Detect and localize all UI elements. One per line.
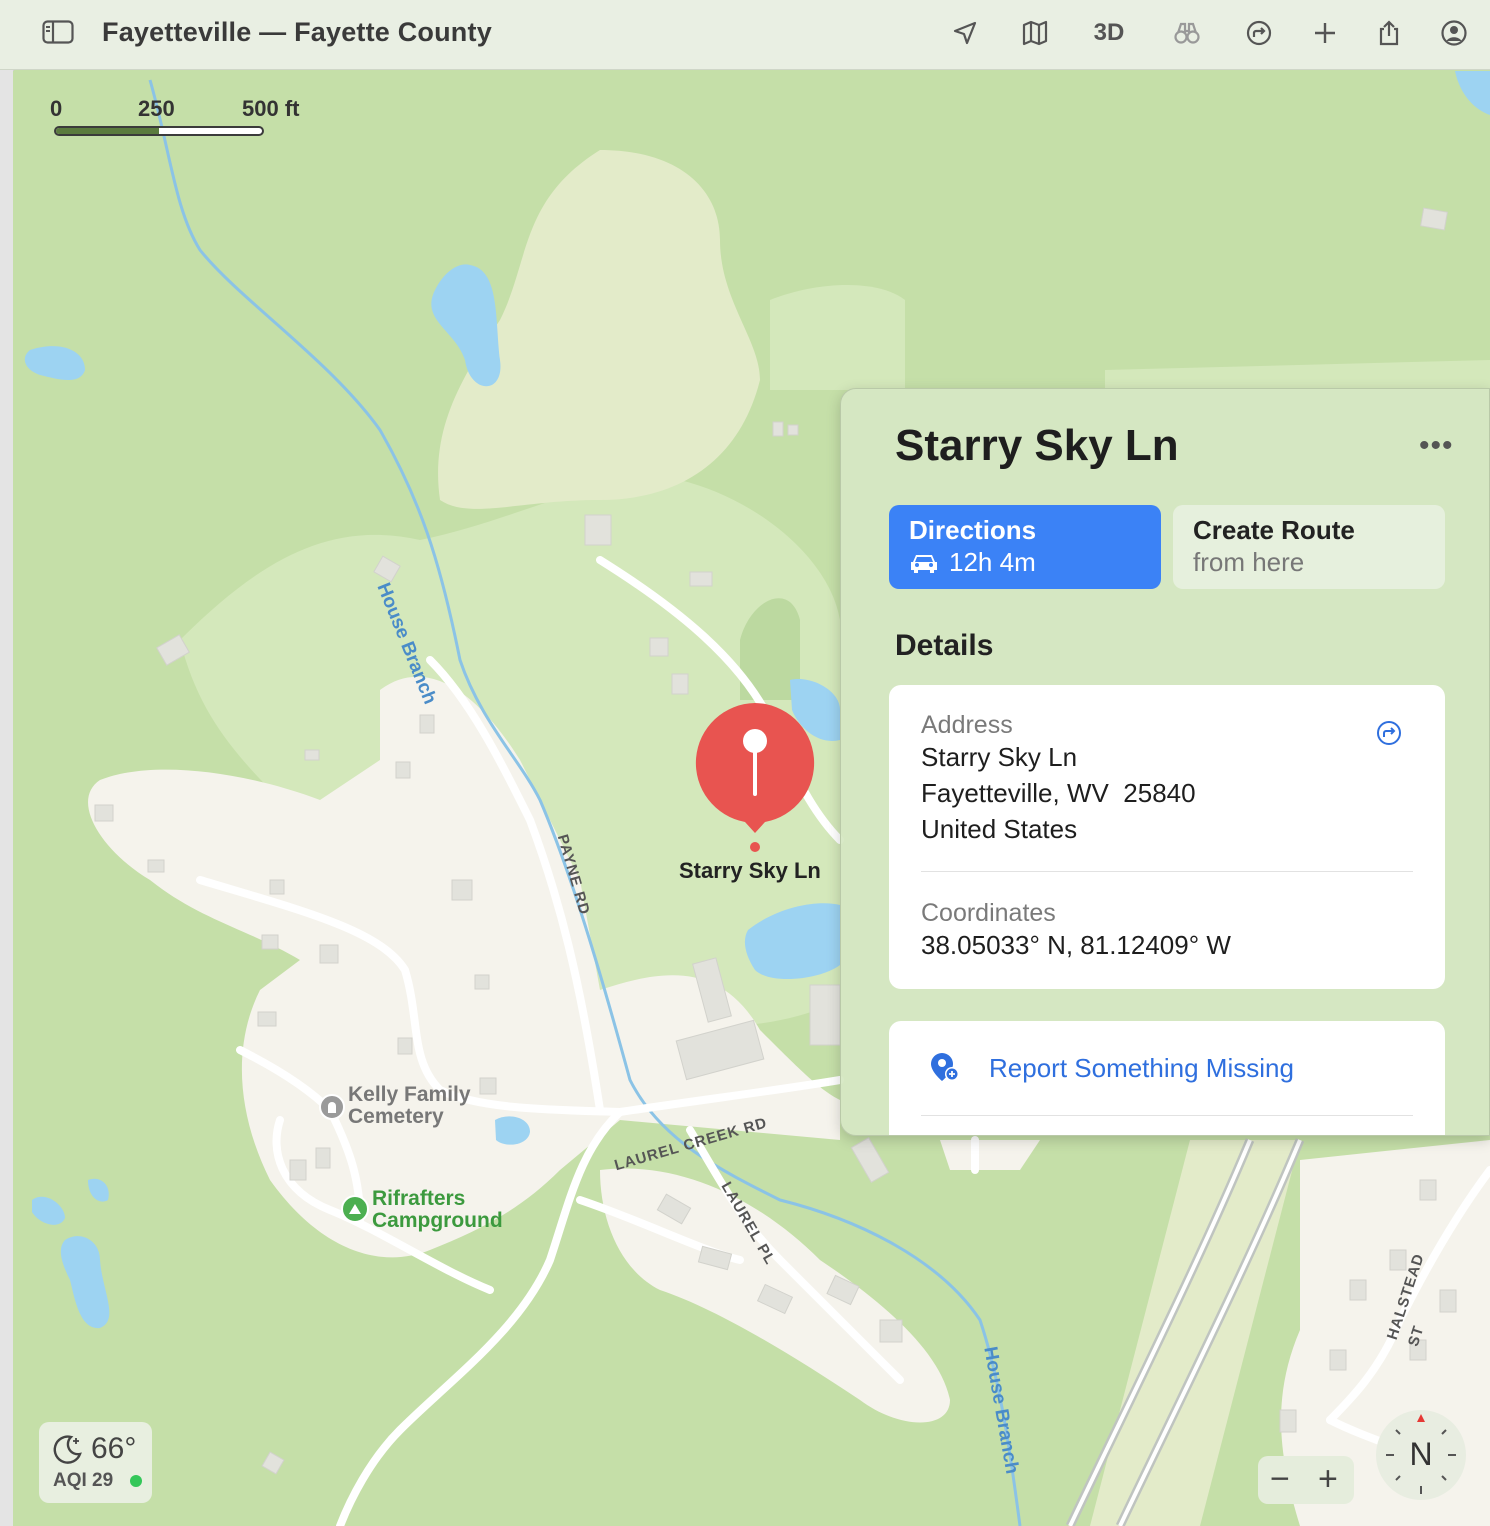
campground-label-line1: Rifrafters <box>372 1187 466 1210</box>
building <box>879 1319 903 1343</box>
report-missing-link[interactable]: Report Something Missing <box>989 1053 1294 1084</box>
building <box>289 1159 307 1181</box>
coordinates-label: Coordinates <box>921 899 1056 927</box>
building <box>261 934 279 950</box>
directions-label: Directions <box>909 515 1037 545</box>
window-left-edge <box>0 0 14 1526</box>
temperature: 66° <box>91 1432 137 1465</box>
aqi-label: AQI 29 <box>53 1470 114 1491</box>
building <box>1329 1349 1347 1371</box>
building <box>1420 207 1448 231</box>
cemetery-label-line2: Cemetery <box>348 1105 444 1128</box>
compass[interactable]: N <box>1376 1410 1466 1500</box>
scale-bar <box>54 126 264 136</box>
divider <box>921 1115 1413 1116</box>
address-label: Address <box>921 711 1013 739</box>
map-icon[interactable] <box>1018 16 1052 50</box>
binoculars-icon[interactable] <box>1170 16 1204 50</box>
details-card: Address Starry Sky Ln Fayetteville, WV 2… <box>889 685 1445 989</box>
address-share-icon[interactable] <box>1375 719 1403 747</box>
address-line1[interactable]: Starry Sky Ln <box>921 739 1077 775</box>
location-arrow-icon[interactable] <box>948 16 982 50</box>
building <box>94 804 114 822</box>
place-title: Starry Sky Ln <box>895 421 1179 470</box>
building <box>419 714 435 734</box>
building <box>304 749 320 761</box>
building <box>649 637 669 657</box>
account-icon[interactable] <box>1437 16 1471 50</box>
building <box>257 1011 277 1027</box>
divider <box>921 871 1413 872</box>
coordinates-value[interactable]: 38.05033° N, 81.12409° W <box>921 927 1231 963</box>
building <box>787 424 799 436</box>
building <box>395 761 411 779</box>
scale-label-250: 250 <box>138 96 175 121</box>
directions-icon[interactable] <box>1242 16 1276 50</box>
car-icon <box>911 554 937 573</box>
building <box>147 859 165 873</box>
sidebar-toggle-icon[interactable] <box>42 20 74 44</box>
place-panel: Starry Sky Ln ••• Directions 12h 4m Crea… <box>840 388 1490 1136</box>
building <box>319 944 339 964</box>
create-route-label: Create Route <box>1193 515 1355 545</box>
campground-icon[interactable] <box>341 1195 369 1223</box>
zoom-out-button[interactable]: − <box>1270 1460 1290 1499</box>
window-title: Fayetteville — Fayette County <box>102 17 492 47</box>
3d-toggle-button[interactable]: 3D <box>1092 16 1126 50</box>
zoom-controls: − + <box>1258 1456 1354 1504</box>
building <box>1439 1289 1457 1313</box>
building <box>772 421 784 437</box>
address-line3[interactable]: United States <box>921 811 1077 847</box>
building <box>269 879 285 895</box>
directions-eta: 12h 4m <box>949 547 1036 577</box>
cemetery-label-line1: Kelly Family <box>348 1083 471 1106</box>
plus-icon[interactable] <box>1308 16 1342 50</box>
scale-label-0: 0 <box>50 96 63 121</box>
directions-button[interactable]: Directions 12h 4m <box>889 505 1161 589</box>
cemetery-label[interactable]: Kelly Family Cemetery <box>348 1084 471 1128</box>
details-heading: Details <box>895 629 994 662</box>
weather-widget[interactable]: 66° AQI 29 <box>39 1422 152 1503</box>
compass-north-label: N <box>1409 1436 1433 1472</box>
open-land-area-east <box>770 285 905 390</box>
aqi-status-dot <box>130 1475 142 1487</box>
zoom-in-button[interactable]: + <box>1318 1460 1338 1499</box>
building <box>689 571 713 587</box>
building <box>315 1147 331 1169</box>
building <box>479 1077 497 1095</box>
building <box>1419 1179 1437 1201</box>
create-route-sub: from here <box>1193 547 1305 577</box>
cemetery-icon[interactable] <box>319 1094 345 1120</box>
building <box>584 514 612 546</box>
more-options-button[interactable]: ••• <box>1419 429 1454 463</box>
address-line2[interactable]: Fayetteville, WV 25840 <box>921 775 1196 811</box>
report-pin-plus-icon <box>931 1053 959 1081</box>
building <box>809 984 841 1046</box>
map-pin[interactable] <box>695 703 815 853</box>
campground-label-line2: Campground <box>372 1209 503 1232</box>
building <box>474 974 490 990</box>
building <box>1279 1409 1297 1433</box>
create-route-button[interactable]: Create Route from here <box>1173 505 1445 589</box>
moon-icon <box>53 1435 82 1464</box>
share-icon[interactable] <box>1372 16 1406 50</box>
building <box>451 879 473 901</box>
pin-label: Starry Sky Ln <box>679 858 821 883</box>
scale-label-500: 500 ft <box>242 96 300 121</box>
building <box>1349 1279 1367 1301</box>
toolbar: Fayetteville — Fayette County 3D <box>0 0 1490 70</box>
building <box>397 1037 413 1055</box>
building <box>671 673 689 695</box>
campground-label[interactable]: Rifrafters Campground <box>372 1188 503 1232</box>
report-card: Report Something Missing <box>889 1021 1445 1135</box>
